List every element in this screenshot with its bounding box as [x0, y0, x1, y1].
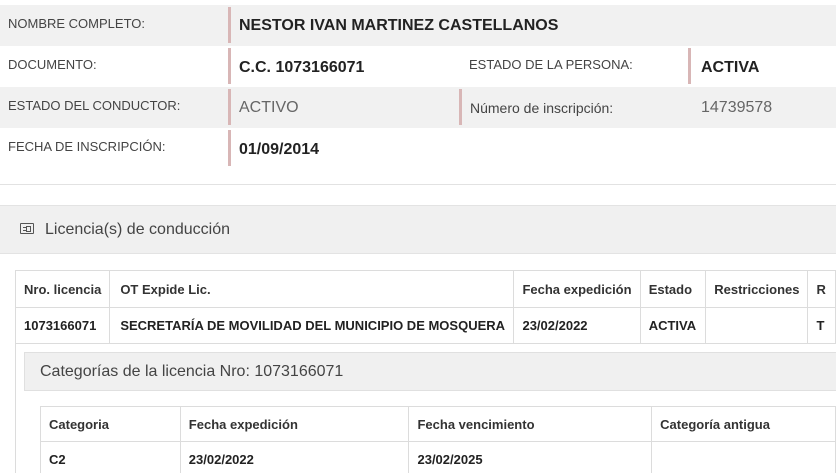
col-categoria-antigua: Categoría antigua — [651, 406, 836, 442]
separator — [0, 184, 836, 185]
cell-nro-licencia: 1073166071 — [14, 307, 111, 344]
col-restricciones: Restricciones — [705, 270, 809, 308]
licencias-table: Nro. licencia OT Expide Lic. Fecha exped… — [14, 270, 836, 344]
cell-fecha-vencimiento: 23/02/2025 — [408, 441, 653, 473]
inscripcion-label: Número de inscripción: — [470, 100, 614, 116]
cell-restricciones — [705, 307, 809, 344]
cell-estado: ACTIVA — [639, 307, 707, 344]
estado-persona-label: ESTADO DE LA PERSONA: — [469, 57, 633, 72]
estado-conductor-value: ACTIVO — [239, 99, 299, 116]
categorias-table: Categoria Fecha expedición Fecha vencimi… — [40, 406, 836, 473]
cell-ot-expide: SECRETARÍA DE MOVILIDAD DEL MUNICIPIO DE… — [109, 307, 515, 344]
cell-fecha-expedicion: 23/02/2022 — [179, 441, 410, 473]
table-row[interactable]: 1073166071 SECRETARÍA DE MOVILIDAD DEL M… — [14, 307, 836, 344]
id-card-icon — [20, 223, 34, 234]
cell-categoria-antigua — [651, 441, 836, 473]
cell-more: T — [807, 307, 836, 344]
documento-label: DOCUMENTO: — [8, 57, 97, 72]
col-fecha-expedicion: Fecha expedición — [513, 270, 641, 308]
inscripcion-value: 14739578 — [701, 99, 773, 116]
cell-fecha-expedicion: 23/02/2022 — [513, 307, 641, 344]
divider — [228, 7, 231, 43]
col-estado: Estado — [639, 270, 707, 308]
col-ot-expide: OT Expide Lic. — [109, 270, 515, 308]
divider — [228, 130, 231, 166]
categorias-panel-header: Categorías de la licencia Nro: 107316607… — [24, 352, 836, 391]
col-fecha-vencimiento: Fecha vencimiento — [408, 406, 653, 442]
table-header-row: Categoria Fecha expedición Fecha vencimi… — [40, 406, 836, 442]
nombre-value: NESTOR IVAN MARTINEZ CASTELLANOS — [239, 17, 559, 34]
licencias-title: Licencia(s) de conducción — [45, 221, 230, 238]
table-header-row: Nro. licencia OT Expide Lic. Fecha exped… — [14, 270, 836, 308]
estado-persona-value: ACTIVA — [701, 59, 760, 76]
nombre-label: NOMBRE COMPLETO: — [8, 16, 146, 31]
col-more: R — [807, 270, 836, 308]
divider — [459, 89, 462, 125]
col-categoria: Categoria — [40, 406, 181, 442]
divider — [228, 89, 231, 125]
divider — [228, 48, 231, 84]
table-row[interactable]: C2 23/02/2022 23/02/2025 — [40, 441, 836, 473]
documento-value: C.C. 1073166071 — [239, 59, 365, 76]
fecha-label: FECHA DE INSCRIPCIÓN: — [8, 139, 166, 154]
col-nro-licencia: Nro. licencia — [14, 270, 111, 308]
fecha-value: 01/09/2014 — [239, 141, 320, 158]
cell-categoria: C2 — [40, 441, 181, 473]
estado-conductor-label: ESTADO DEL CONDUCTOR: — [8, 98, 181, 113]
categorias-title: Categorías de la licencia Nro: 107316607… — [40, 363, 344, 380]
col-fecha-expedicion: Fecha expedición — [179, 406, 410, 442]
licencias-panel-header[interactable]: Licencia(s) de conducción — [0, 205, 836, 254]
divider — [688, 48, 691, 84]
